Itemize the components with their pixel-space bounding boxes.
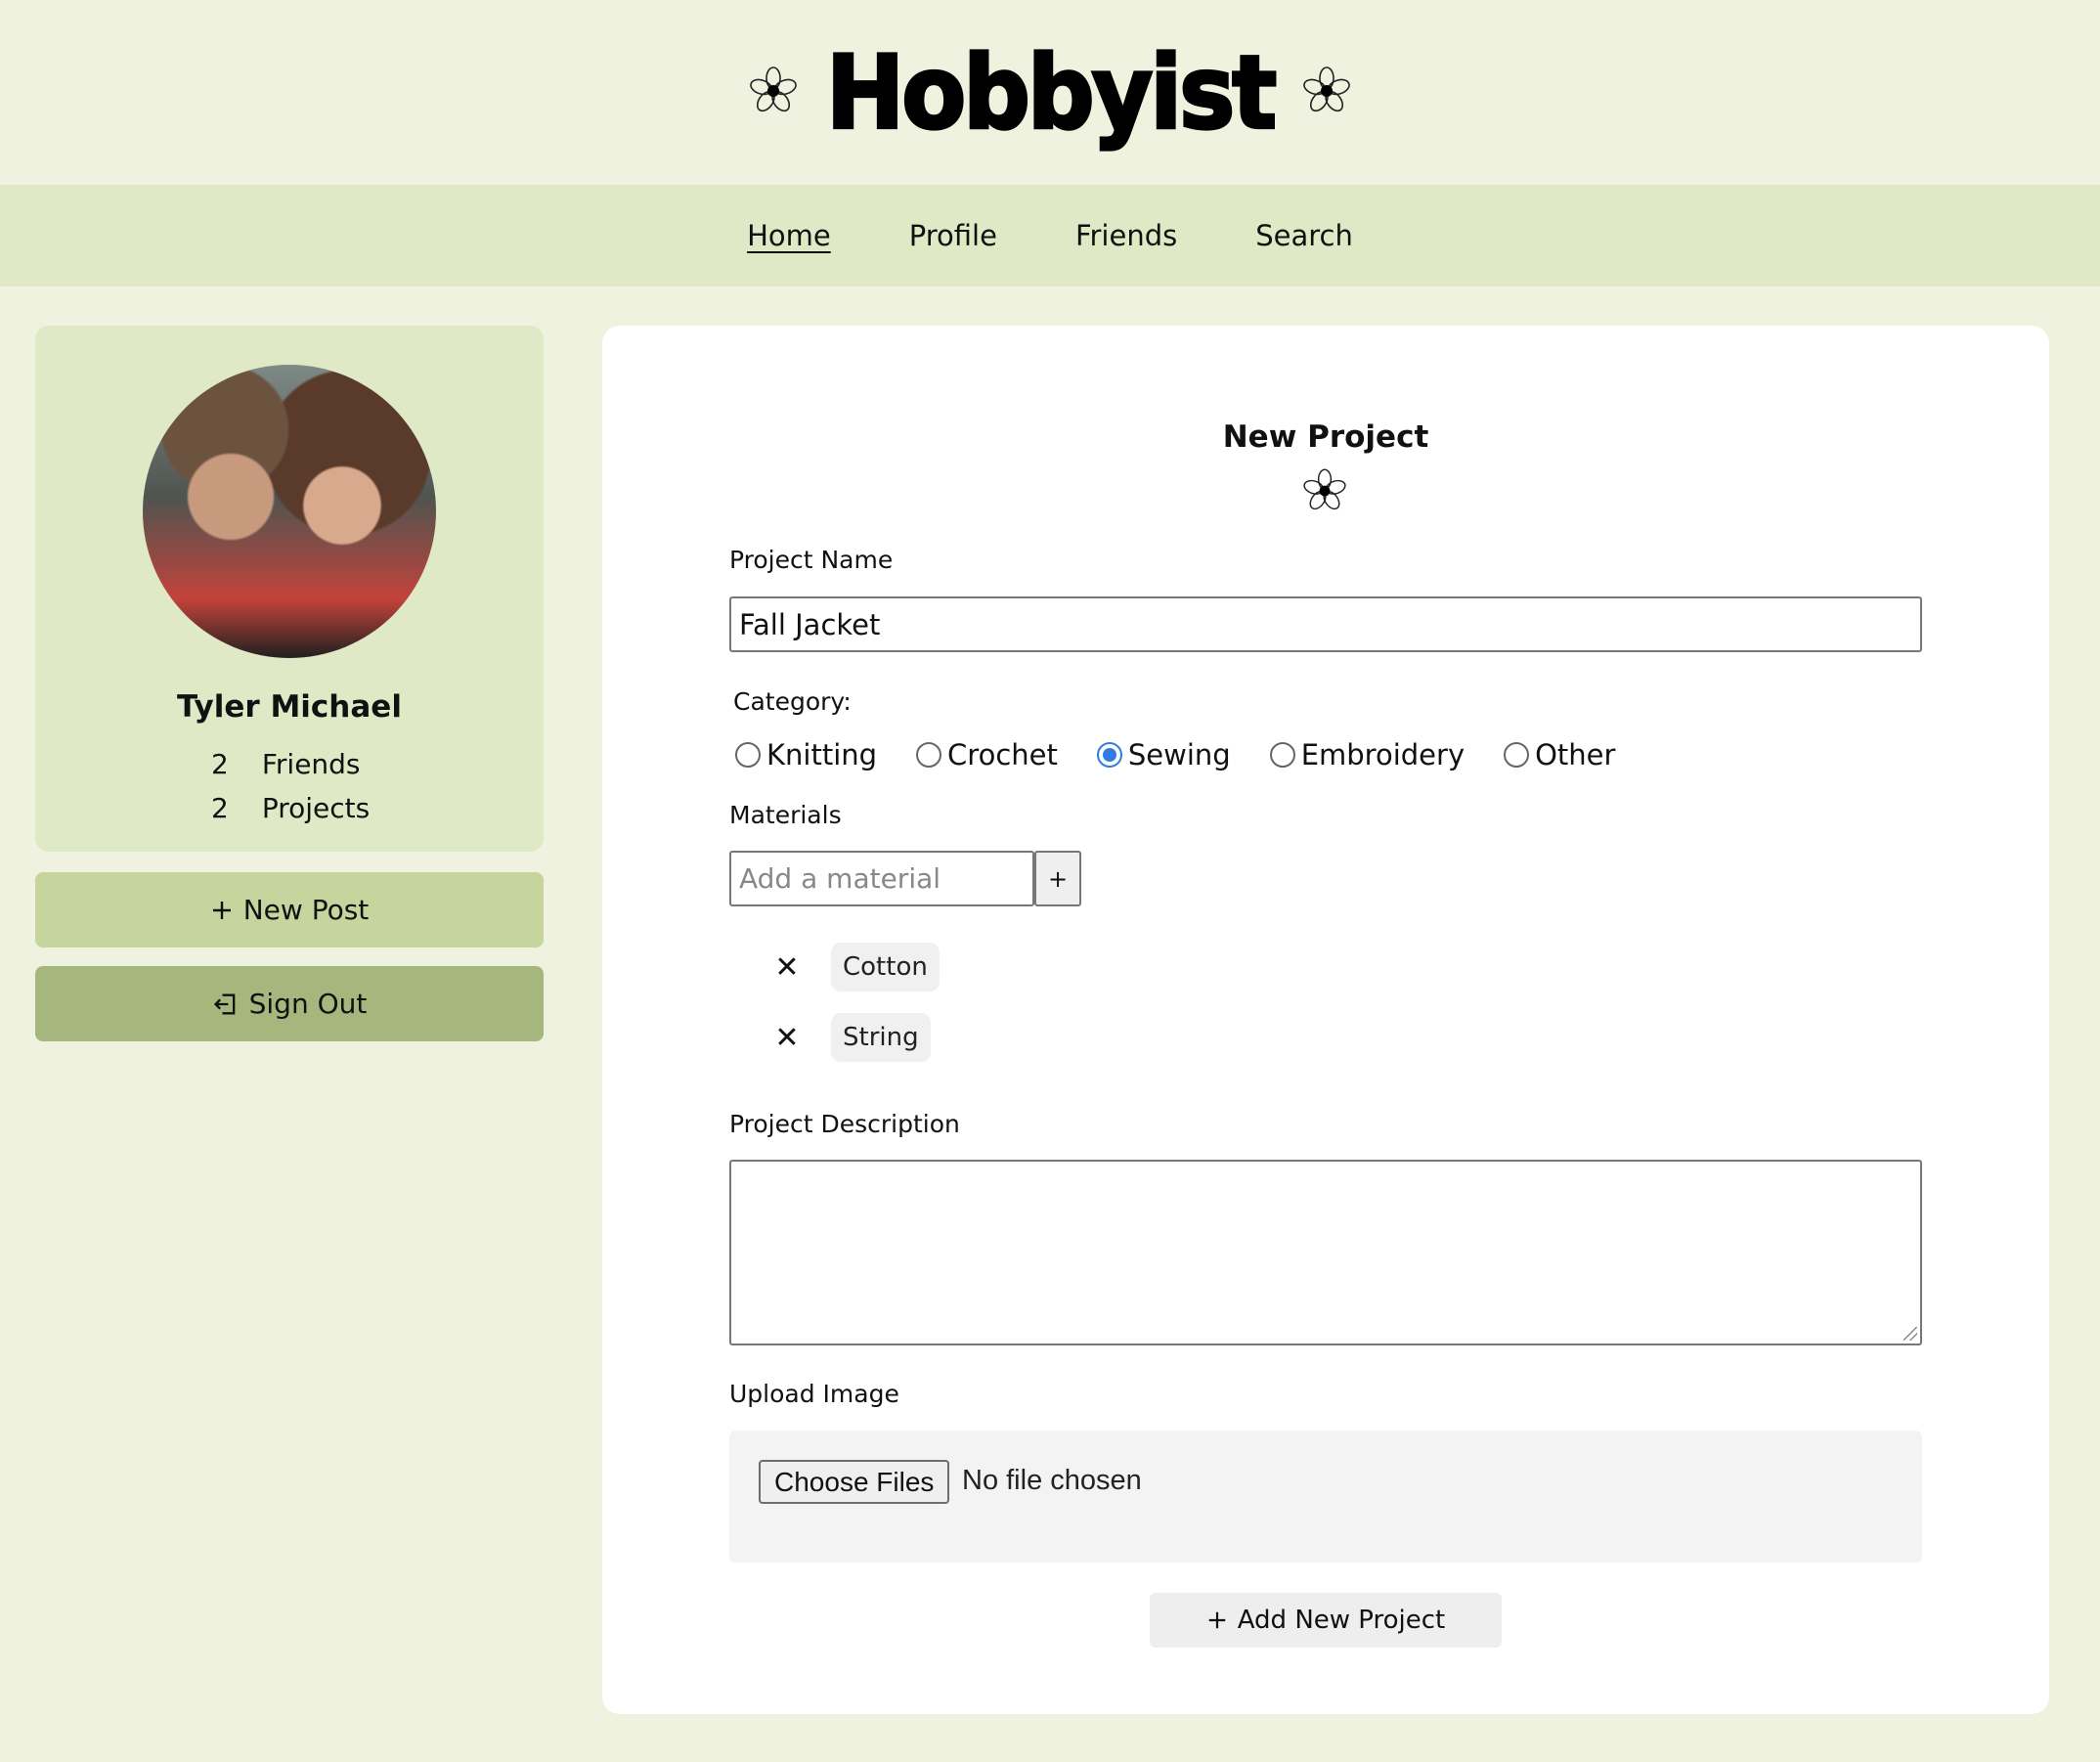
radio-embroidery[interactable] xyxy=(1269,742,1295,768)
sign-out-icon xyxy=(213,993,235,1014)
add-new-project-button[interactable]: Add New Project xyxy=(1150,1593,1502,1648)
submit-label: Add New Project xyxy=(1237,1606,1446,1635)
nav-profile[interactable]: Profile xyxy=(909,219,997,252)
material-chip: Cotton xyxy=(831,943,940,991)
plus-icon xyxy=(212,901,231,919)
profile-card: Tyler Michael 2 Friends 2 Projects xyxy=(35,326,544,852)
new-project-form: New Project Project Name Fall Jacket Cat… xyxy=(602,326,2049,1714)
description-textarea[interactable] xyxy=(729,1160,1922,1345)
nav-friends[interactable]: Friends xyxy=(1075,219,1177,252)
site-logo[interactable]: Hobbyist xyxy=(824,40,1278,145)
friends-count: 2 xyxy=(211,748,229,780)
new-post-button[interactable]: New Post xyxy=(35,872,544,947)
upload-label: Upload Image xyxy=(729,1380,899,1408)
plus-icon xyxy=(1208,1611,1225,1629)
sign-out-button[interactable]: Sign Out xyxy=(35,966,544,1041)
material-input[interactable]: Add a material xyxy=(729,851,1034,906)
material-item: ✕ String xyxy=(772,1013,931,1062)
radio-crochet[interactable] xyxy=(916,742,942,768)
radio-label: Knitting xyxy=(766,738,878,771)
choose-files-button[interactable]: Choose Files xyxy=(759,1460,950,1504)
materials-label: Materials xyxy=(729,801,842,829)
radio-label: Sewing xyxy=(1127,738,1231,771)
project-name-input[interactable]: Fall Jacket xyxy=(729,596,1922,652)
radio-sewing[interactable] xyxy=(1096,742,1122,768)
radio-label: Embroidery xyxy=(1300,738,1466,771)
material-chip: String xyxy=(831,1013,931,1062)
avatar[interactable] xyxy=(143,365,436,658)
flower-icon xyxy=(742,60,805,126)
site-header: Hobbyist xyxy=(0,0,2100,185)
close-icon[interactable]: ✕ xyxy=(772,1021,802,1055)
add-material-button[interactable]: + xyxy=(1034,851,1081,906)
friends-label: Friends xyxy=(261,748,361,780)
category-option-sewing[interactable]: Sewing xyxy=(1096,738,1231,771)
form-title: New Project xyxy=(1222,419,1429,455)
projects-stat[interactable]: 2 Projects xyxy=(211,792,370,824)
projects-label: Projects xyxy=(261,792,371,824)
close-icon[interactable]: ✕ xyxy=(772,950,802,985)
nav-home[interactable]: Home xyxy=(747,219,831,252)
radio-label: Other xyxy=(1535,738,1616,771)
upload-area: Choose Files No file chosen xyxy=(729,1431,1922,1563)
friends-stat[interactable]: 2 Friends xyxy=(211,748,361,780)
nav-search[interactable]: Search xyxy=(1255,219,1353,252)
description-label: Project Description xyxy=(729,1110,960,1138)
category-radio-group: Knitting Crochet Sewing Embroidery Other xyxy=(735,738,1615,771)
radio-label: Crochet xyxy=(947,738,1058,771)
radio-knitting[interactable] xyxy=(735,742,761,768)
sign-out-label: Sign Out xyxy=(248,988,368,1020)
category-option-crochet[interactable]: Crochet xyxy=(916,738,1058,771)
profile-name: Tyler Michael xyxy=(177,689,402,725)
flower-icon xyxy=(1296,463,1353,523)
material-item: ✕ Cotton xyxy=(772,943,940,991)
main-nav: Home Profile Friends Search xyxy=(0,185,2100,286)
file-status: No file chosen xyxy=(962,1465,1142,1496)
projects-count: 2 xyxy=(211,792,229,824)
resize-handle[interactable] xyxy=(1903,1327,1917,1341)
radio-other[interactable] xyxy=(1504,742,1530,768)
project-name-label: Project Name xyxy=(729,546,894,574)
category-option-knitting[interactable]: Knitting xyxy=(735,738,877,771)
category-label: Category: xyxy=(733,687,852,716)
category-option-embroidery[interactable]: Embroidery xyxy=(1269,738,1466,771)
category-option-other[interactable]: Other xyxy=(1504,738,1615,771)
flower-icon xyxy=(1295,60,1358,126)
new-post-label: New Post xyxy=(242,894,370,926)
